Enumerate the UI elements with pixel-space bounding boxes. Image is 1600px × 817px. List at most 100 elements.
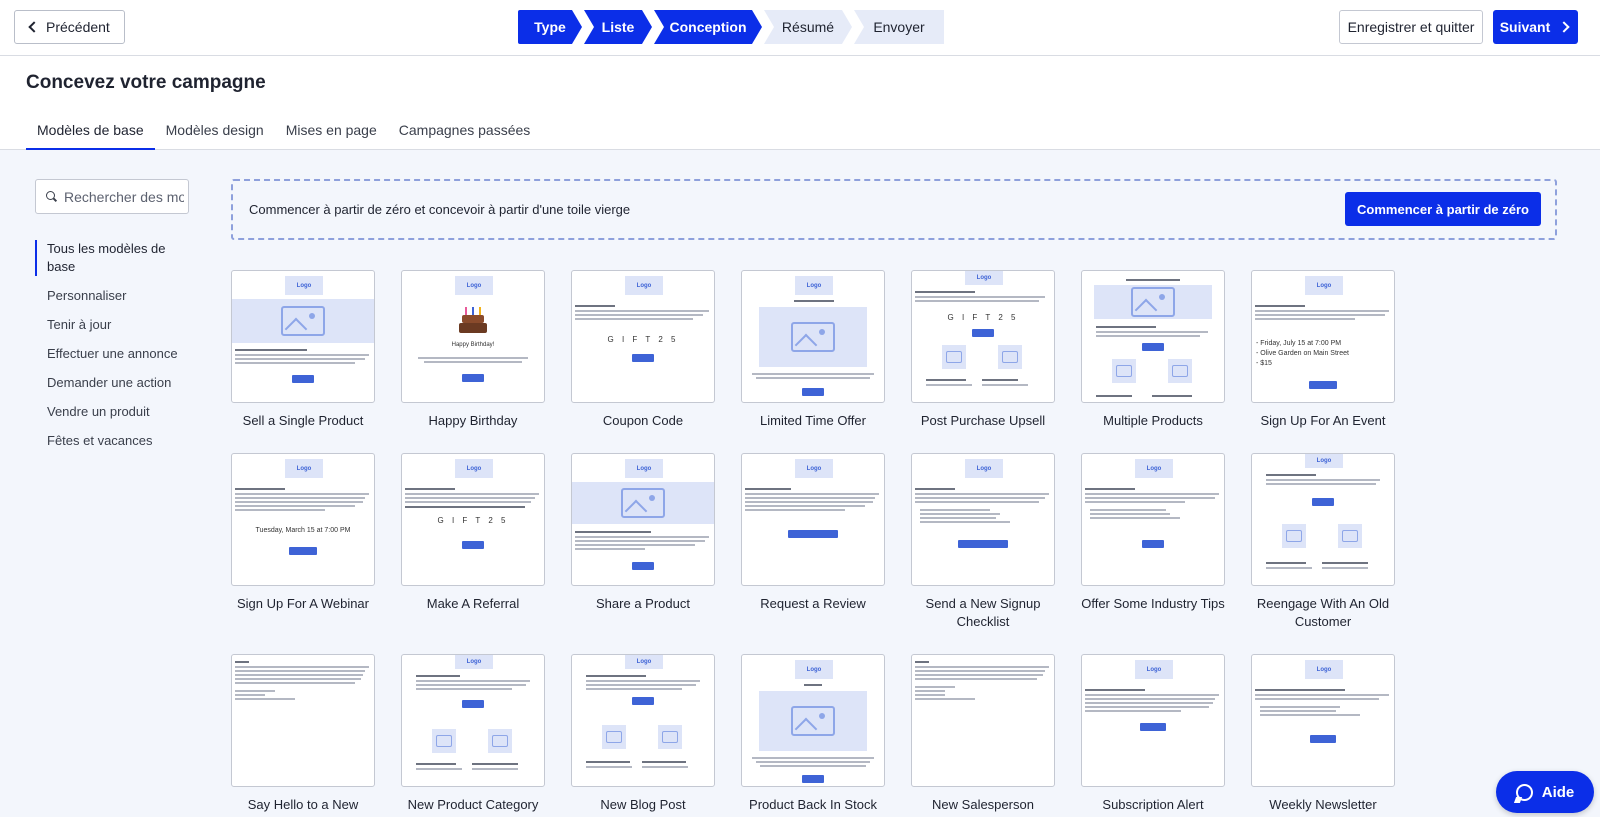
template-thumbnail[interactable]: Logo - Friday, July 15 at 7:00 PM - Oliv… — [1251, 270, 1395, 403]
help-button[interactable]: Aide — [1496, 771, 1594, 813]
template-thumbnail[interactable] — [911, 654, 1055, 787]
next-button[interactable]: Suivant — [1493, 10, 1578, 44]
save-and-quit-button[interactable]: Enregistrer et quitter — [1339, 10, 1483, 44]
template-title: Sign Up For An Event — [1260, 413, 1386, 428]
logo-placeholder: Logo — [1305, 454, 1343, 468]
template-thumbnail[interactable]: Logo — [401, 654, 545, 787]
event-price: - $15 — [1256, 360, 1272, 367]
template-card[interactable]: Logo Product Back In Stock — [741, 654, 885, 817]
category-action[interactable]: Demander une action — [35, 374, 195, 392]
template-title: Limited Time Offer — [760, 413, 866, 428]
step-envoyer[interactable]: Envoyer — [854, 10, 944, 44]
template-card[interactable]: Logo Subscription Alert — [1081, 654, 1225, 817]
tab-campagnes-passees[interactable]: Campagnes passées — [388, 118, 542, 150]
template-title: Send a New Signup Checklist — [925, 596, 1041, 629]
template-thumbnail[interactable]: Logo — [571, 654, 715, 787]
template-card[interactable]: New Salesperson — [911, 654, 1055, 817]
template-thumbnail[interactable]: Logo — [1081, 453, 1225, 586]
birthday-heading: Happy Birthday! — [451, 342, 495, 348]
logo-placeholder: Logo — [455, 459, 493, 478]
template-thumbnail[interactable]: Logo G I F T 2 5 — [401, 453, 545, 586]
template-card[interactable]: Logo Sell a Single Product — [231, 270, 375, 453]
template-thumbnail[interactable]: Logo — [571, 453, 715, 586]
image-icon — [791, 706, 835, 736]
template-card[interactable]: Logo New Blog Post — [571, 654, 715, 817]
template-card[interactable]: Logo Limited Time Offer — [741, 270, 885, 453]
category-annonce[interactable]: Effectuer une annonce — [35, 345, 195, 363]
template-card[interactable]: Logo Reengage With An Old Customer — [1251, 453, 1395, 654]
category-all[interactable]: Tous les modèles de base — [35, 240, 195, 276]
template-thumbnail[interactable]: Logo — [741, 654, 885, 787]
blank-canvas-text: Commencer à partir de zéro et concevoir … — [249, 202, 631, 217]
template-card[interactable]: Logo G I F T 2 5 Post Purchase Upsell — [911, 270, 1055, 453]
logo-placeholder: Logo — [965, 459, 1003, 478]
image-icon — [1168, 359, 1192, 383]
template-title: Happy Birthday — [428, 413, 518, 428]
template-card[interactable]: Multiple Products — [1081, 270, 1225, 453]
logo-placeholder: Logo — [625, 459, 663, 478]
category-tenir-a-jour[interactable]: Tenir à jour — [35, 316, 195, 334]
image-placeholder — [759, 691, 867, 751]
template-thumbnail[interactable]: Logo — [1251, 654, 1395, 787]
template-card[interactable]: Logo Weekly Newsletter — [1251, 654, 1395, 817]
template-thumbnail[interactable]: Logo — [1081, 654, 1225, 787]
template-thumbnail[interactable]: Logo — [1251, 453, 1395, 586]
category-fetes[interactable]: Fêtes et vacances — [35, 432, 195, 450]
template-thumbnail[interactable] — [231, 654, 375, 787]
template-card[interactable]: Logo Offer Some Industry Tips — [1081, 453, 1225, 654]
template-card[interactable]: Logo - Friday, July 15 at 7:00 PM - Oliv… — [1251, 270, 1395, 453]
template-thumbnail[interactable] — [1081, 270, 1225, 403]
template-card[interactable]: Logo Tuesday, March 15 at 7:00 PM Sign U… — [231, 453, 375, 654]
tab-modeles-de-base[interactable]: Modèles de base — [26, 118, 155, 150]
next-label: Suivant — [1499, 19, 1551, 35]
template-thumbnail[interactable]: Logo — [231, 270, 375, 403]
campaign-stepper: Type Liste Conception Résumé Envoyer — [518, 10, 946, 44]
template-thumbnail[interactable]: Logo — [911, 453, 1055, 586]
template-card[interactable]: Logo Send a New Signup Checklist — [911, 453, 1055, 654]
step-type[interactable]: Type — [518, 10, 582, 44]
chat-icon — [1515, 783, 1533, 801]
step-liste[interactable]: Liste — [584, 10, 652, 44]
template-grid: Logo Sell a Single Product Logo Happy Bi… — [231, 270, 1461, 817]
template-thumbnail[interactable]: Logo Happy Birthday! — [401, 270, 545, 403]
template-title: Weekly Newsletter — [1269, 797, 1377, 812]
image-icon — [602, 725, 626, 749]
step-conception[interactable]: Conception — [654, 10, 762, 44]
template-title: Sell a Single Product — [242, 413, 364, 428]
image-placeholder — [572, 482, 714, 524]
template-title: Reengage With An Old Customer — [1256, 596, 1390, 629]
template-thumbnail[interactable]: Logo — [741, 453, 885, 586]
category-list: Tous les modèles de base Personnaliser T… — [35, 240, 195, 461]
image-icon — [1282, 524, 1306, 548]
category-vendre[interactable]: Vendre un produit — [35, 403, 195, 421]
template-card[interactable]: Logo G I F T 2 5 Coupon Code — [571, 270, 715, 453]
step-resume[interactable]: Résumé — [764, 10, 852, 44]
tab-modeles-design[interactable]: Modèles design — [155, 118, 275, 150]
coupon-code: G I F T 2 5 — [947, 313, 1019, 322]
template-card[interactable]: Logo New Product Category — [401, 654, 545, 817]
template-card[interactable]: Say Hello to a New — [231, 654, 375, 817]
previous-button[interactable]: Précédent — [14, 10, 125, 44]
template-title: Coupon Code — [602, 413, 684, 428]
template-card[interactable]: Logo Happy Birthday! Happy Birthday — [401, 270, 545, 453]
image-icon — [488, 729, 512, 753]
template-card[interactable]: Logo G I F T 2 5 Make A Referral — [401, 453, 545, 654]
template-title: Make A Referral — [426, 596, 520, 611]
template-search[interactable] — [35, 179, 189, 214]
search-input[interactable] — [64, 188, 184, 205]
template-thumbnail[interactable]: Logo G I F T 2 5 — [571, 270, 715, 403]
template-card[interactable]: Logo Request a Review — [741, 453, 885, 654]
logo-placeholder: Logo — [795, 660, 833, 679]
template-thumbnail[interactable]: Logo G I F T 2 5 — [911, 270, 1055, 403]
image-icon — [1112, 359, 1136, 383]
template-title: New Blog Post — [600, 797, 686, 812]
template-card[interactable]: Logo Share a Product — [571, 453, 715, 654]
chevron-left-icon — [28, 21, 40, 33]
template-title: Request a Review — [760, 596, 866, 611]
category-personnaliser[interactable]: Personnaliser — [35, 287, 195, 305]
template-thumbnail[interactable]: Logo Tuesday, March 15 at 7:00 PM — [231, 453, 375, 586]
template-thumbnail[interactable]: Logo — [741, 270, 885, 403]
tab-mises-en-page[interactable]: Mises en page — [275, 118, 388, 150]
start-from-scratch-button[interactable]: Commencer à partir de zéro — [1345, 192, 1541, 226]
template-title: Multiple Products — [1103, 413, 1203, 428]
